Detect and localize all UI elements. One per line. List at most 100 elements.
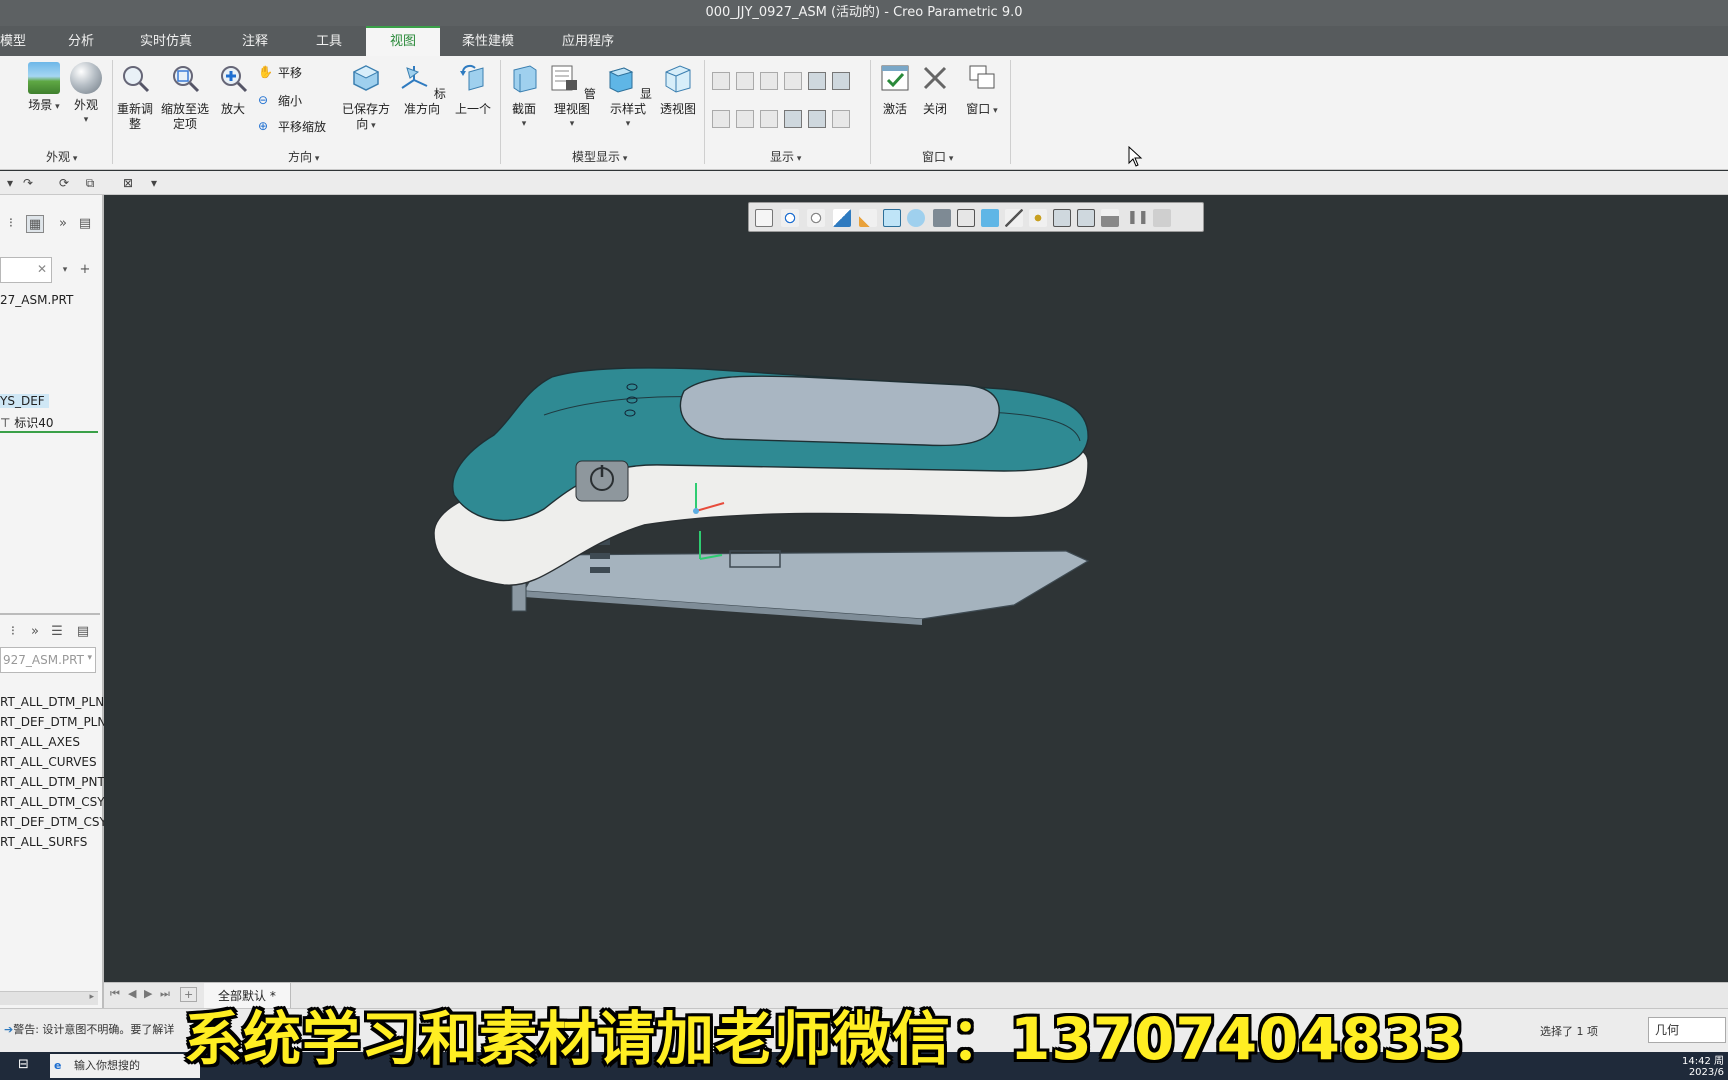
standard-orientation-button[interactable]: 标准方向 [396, 62, 448, 117]
layer-item[interactable]: RT_DEF_DTM_CSY [0, 815, 107, 829]
tab-flexible-modeling[interactable]: 柔性建模 [452, 26, 524, 56]
task-view-icon[interactable]: ⊟ [18, 1057, 29, 1072]
group-separator [112, 60, 113, 164]
layer-item[interactable]: RT_ALL_DTM_CSY [0, 795, 105, 809]
mouse-cursor-icon [1128, 146, 1143, 167]
axis-display-icon[interactable] [736, 72, 754, 90]
status-message: ➔警告: 设计意图不明确。要了解详 [4, 1023, 175, 1036]
add-filter-icon[interactable]: + [76, 261, 94, 279]
pan-button[interactable]: ✋ 平移 [258, 64, 302, 81]
layer-item[interactable]: RT_ALL_CURVES [0, 755, 97, 769]
close-window-icon[interactable]: ⊠ [120, 175, 136, 191]
tab-annotate[interactable]: 注释 [232, 26, 278, 56]
model-tree-csys[interactable]: YS_DEF [0, 394, 49, 408]
selection-count: 选择了 1 项 [1540, 1025, 1598, 1038]
navigator-panel: ⁝ ▦ » ▤ ✕ ▾ + 27_ASM.PRT YS_DEF ⊤ 标识40 ⁝… [0, 195, 107, 1008]
perspective-button[interactable]: 透视图 [656, 62, 700, 117]
tab-simulation[interactable]: 实时仿真 [130, 26, 202, 56]
appearance-button[interactable]: 外观 ▾ [68, 62, 104, 128]
hand-icon: ✋ [258, 64, 273, 79]
layer-item[interactable]: RT_ALL_AXES [0, 735, 80, 749]
manage-views-button[interactable]: 管理视图 ▾ [546, 62, 598, 132]
undo-dropdown-icon[interactable]: ▾ [2, 175, 18, 191]
redo-icon[interactable]: ↷ [20, 175, 36, 191]
last-tab-icon[interactable]: ⏭ [160, 987, 170, 1001]
tab-applications[interactable]: 应用程序 [552, 26, 624, 56]
pan-zoom-button[interactable]: ⊕ 平移缩放 [258, 118, 326, 135]
windows-icon [969, 65, 995, 89]
dimension-display-icon[interactable] [736, 110, 754, 128]
section-icon [513, 65, 537, 93]
saved-orientations-button[interactable]: 已保存方 向 ▾ [340, 62, 392, 134]
graphics-viewport[interactable]: ❚❚ [104, 195, 1728, 982]
ribbon: 场景 ▾ 外观 ▾ 外观 ▾ 重新调 整 缩放至选 定项 放大 ✋ 平移 ⊖ 缩小 ⊕… [0, 56, 1728, 170]
layer-item[interactable]: RT_DEF_DTM_PLN [0, 715, 106, 729]
model-tree-marker[interactable]: ⊤ 标识40 [0, 414, 54, 431]
previous-view-button[interactable]: 上一个 [452, 62, 494, 117]
refit-button[interactable]: 重新调 整 [114, 62, 156, 132]
expand-tabs-icon[interactable]: » [54, 215, 72, 233]
taskbar-clock[interactable]: 14:42 周 2023/6 [1682, 1056, 1724, 1078]
point-display-icon[interactable] [760, 72, 778, 90]
display-style-button[interactable]: 显示样式 ▾ [602, 62, 654, 132]
layer-item[interactable]: RT_ALL_DTM_PNT [0, 775, 105, 789]
panel-splitter[interactable] [0, 613, 100, 615]
zoom-in-button[interactable]: 放大 [214, 62, 252, 117]
activate-button[interactable]: 激活 [876, 62, 914, 117]
search-tree-input[interactable]: ✕ [0, 257, 52, 283]
layer-tree-icon[interactable]: ⁝ [4, 623, 22, 641]
manage-views-icon [551, 65, 578, 91]
section-button[interactable]: 截面 ▾ [506, 62, 542, 132]
tab-model[interactable]: 模型 [0, 26, 36, 56]
check-window-icon [881, 65, 909, 91]
display-window [679, 375, 1000, 447]
annotation-display-icon[interactable] [712, 110, 730, 128]
model-3d-view[interactable] [104, 195, 1728, 982]
point-symbol-icon[interactable] [760, 110, 778, 128]
clear-search-icon[interactable]: ✕ [37, 262, 47, 276]
group-separator [704, 60, 705, 164]
layer-model-selector[interactable]: 927_ASM.PRT ▾ [0, 647, 96, 673]
tab-view[interactable]: 视图 [366, 26, 440, 56]
scene-button[interactable]: 场景 ▾ [22, 62, 66, 115]
plane-display-icon[interactable] [712, 72, 730, 90]
tab-tools[interactable]: 工具 [306, 26, 352, 56]
spin-center-icon[interactable] [808, 110, 826, 128]
layer-tree-tab-icon[interactable]: ▦ [26, 215, 44, 233]
tab-analysis[interactable]: 分析 [58, 26, 104, 56]
close-window-button[interactable]: 关闭 [916, 62, 954, 117]
next-tab-icon[interactable]: ▶ [144, 987, 152, 1000]
prev-tab-icon[interactable]: ◀ [128, 987, 136, 1000]
taskbar-search[interactable]: e 输入你想搜的 [50, 1054, 200, 1078]
display-style-icon [608, 67, 634, 93]
windows-button[interactable]: 窗口 ▾ [960, 62, 1004, 119]
expand-tabs-icon[interactable]: » [26, 623, 44, 641]
regenerate-icon[interactable]: ⟳ [56, 175, 72, 191]
selection-filter[interactable]: 几何 [1648, 1017, 1726, 1043]
zoom-out-button[interactable]: ⊖ 缩小 [258, 92, 302, 109]
csys-display-icon[interactable] [784, 72, 802, 90]
plane-tag-icon[interactable] [808, 72, 826, 90]
group-label-orientation: 方向 ▾ [288, 150, 320, 164]
point-tag-icon[interactable] [832, 72, 850, 90]
horizontal-scrollbar[interactable]: ▸ [0, 991, 98, 1005]
csys-tag-icon[interactable] [784, 110, 802, 128]
add-tab-icon[interactable]: + [180, 987, 198, 1002]
group-label-appearance: 外观 ▾ [46, 150, 78, 164]
window-switch-icon[interactable]: ⧉ [82, 175, 98, 191]
layer-item[interactable]: RT_ALL_SURFS [0, 835, 87, 849]
layer-item[interactable]: RT_ALL_DTM_PLN [0, 695, 104, 709]
saved-orientations-icon [352, 65, 380, 91]
first-tab-icon[interactable]: ⏮ [110, 987, 120, 1001]
search-options-icon[interactable]: ▾ [56, 261, 74, 279]
window-title: 000_JJY_0927_ASM (活动的) - Creo Parametric… [705, 5, 1023, 20]
model-tree-part[interactable]: 27_ASM.PRT [0, 293, 73, 307]
model-tree-tab-icon[interactable]: ⁝ [2, 215, 20, 233]
layer-page-icon[interactable]: ▤ [74, 623, 92, 641]
layer-settings-icon[interactable]: ☰ [48, 623, 66, 641]
curve-display-icon[interactable] [832, 110, 850, 128]
scroll-right-icon: ▸ [89, 992, 94, 1002]
zoom-selected-button[interactable]: 缩放至选 定项 [158, 62, 212, 132]
settings-page-icon[interactable]: ▤ [76, 215, 94, 233]
customize-toolbar-icon[interactable]: ▾ [146, 175, 162, 191]
